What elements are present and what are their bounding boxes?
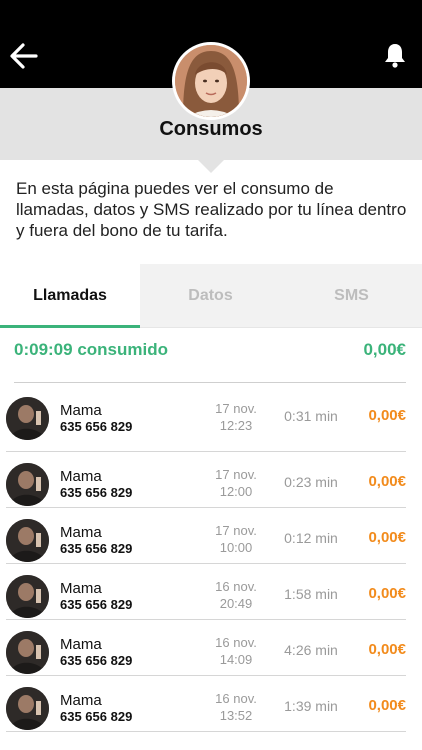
contact-avatar xyxy=(6,631,49,674)
call-duration: 0:12 min xyxy=(284,530,338,546)
list-item[interactable]: Mama 635 656 829 17 nov. 10:00 0:12 min 0… xyxy=(6,508,406,564)
tab-llamadas[interactable]: Llamadas xyxy=(0,264,140,328)
back-button[interactable] xyxy=(8,40,40,72)
user-avatar[interactable] xyxy=(172,42,250,120)
call-date: 17 nov. 10:00 xyxy=(215,523,257,555)
contact-phone: 635 656 829 xyxy=(60,541,133,556)
call-price: 0,00€ xyxy=(368,529,406,546)
call-date: 16 nov. 13:52 xyxy=(215,691,257,723)
list-item[interactable]: Mama 635 656 829 17 nov. 12:00 0:23 min 0… xyxy=(6,452,406,508)
call-date: 16 nov. 14:09 xyxy=(215,635,257,667)
contact-avatar xyxy=(6,687,49,730)
call-date: 17 nov. 12:00 xyxy=(215,467,257,499)
contact-phone: 635 656 829 xyxy=(60,653,133,668)
call-date: 16 nov. 20:49 xyxy=(215,579,257,611)
notifications-button[interactable] xyxy=(384,42,406,68)
contact-photo-icon xyxy=(6,397,49,440)
call-price: 0,00€ xyxy=(368,473,406,490)
contact-photo-icon xyxy=(6,575,49,618)
contact-avatar xyxy=(6,575,49,618)
summary-divider xyxy=(14,382,406,383)
list-item[interactable]: Mama 635 656 829 17 nov. 12:23 0:31 min 0… xyxy=(6,386,406,452)
contact-photo-icon xyxy=(6,519,49,562)
contact-name: Mama xyxy=(60,468,102,485)
call-price: 0,00€ xyxy=(368,641,406,658)
contact-phone: 635 656 829 xyxy=(60,419,133,434)
user-portrait-icon xyxy=(175,45,247,117)
tab-datos[interactable]: Datos xyxy=(140,264,281,328)
call-price: 0,00€ xyxy=(368,585,406,602)
consumed-time: 0:09:09 consumido xyxy=(14,340,168,359)
call-duration: 1:39 min xyxy=(284,698,338,714)
contact-avatar xyxy=(6,519,49,562)
tab-sms[interactable]: SMS xyxy=(281,264,422,328)
call-duration: 4:26 min xyxy=(284,642,338,658)
contact-avatar xyxy=(6,463,49,506)
contact-name: Mama xyxy=(60,692,102,709)
page-title: Consumos xyxy=(159,118,263,140)
call-duration: 0:31 min xyxy=(284,408,338,424)
call-price: 0,00€ xyxy=(368,407,406,424)
usage-summary: 0:09:09 consumido 0,00€ xyxy=(14,340,406,366)
list-item[interactable]: Mama 635 656 829 16 nov. 20:49 1:58 min 0… xyxy=(6,564,406,620)
contact-avatar xyxy=(6,397,49,440)
list-item[interactable]: Mama 635 656 829 16 nov. 13:52 1:39 min 0… xyxy=(6,676,406,732)
intro-text: En esta página puedes ver el consumo de … xyxy=(16,179,407,240)
bell-icon xyxy=(385,44,405,68)
contact-name: Mama xyxy=(60,580,102,597)
list-item[interactable]: Mama 635 656 829 16 nov. 14:09 4:26 min 0… xyxy=(6,620,406,676)
header-pointer xyxy=(198,160,224,173)
contact-photo-icon xyxy=(6,463,49,506)
contact-name: Mama xyxy=(60,402,102,419)
call-date: 17 nov. 12:23 xyxy=(215,401,257,433)
contact-name: Mama xyxy=(60,524,102,541)
total-amount: 0,00€ xyxy=(363,340,406,359)
contact-phone: 635 656 829 xyxy=(60,597,133,612)
call-duration: 0:23 min xyxy=(284,474,338,490)
calls-list: Mama 635 656 829 17 nov. 12:23 0:31 min 0… xyxy=(0,386,422,732)
call-duration: 1:58 min xyxy=(284,586,338,602)
contact-name: Mama xyxy=(60,636,102,653)
contact-phone: 635 656 829 xyxy=(60,709,133,724)
call-price: 0,00€ xyxy=(368,697,406,714)
usage-tabs: Llamadas Datos SMS xyxy=(0,264,422,328)
contact-photo-icon xyxy=(6,687,49,730)
arrow-left-icon xyxy=(10,43,38,69)
contact-photo-icon xyxy=(6,631,49,674)
contact-phone: 635 656 829 xyxy=(60,485,133,500)
